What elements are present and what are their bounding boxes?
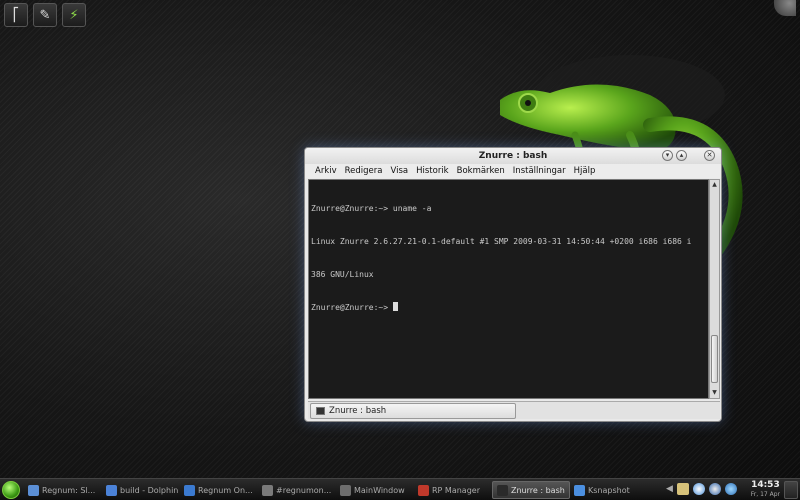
task-app-icon [340,484,351,496]
taskbar-task[interactable]: Ksnapshot [570,481,648,499]
menu-hjalp[interactable]: Hjälp [570,166,600,176]
power-manager-icon[interactable]: ⚡ [62,3,86,27]
taskbar-task[interactable]: Regnum On... [180,481,258,499]
task-label: RP Manager [432,485,480,495]
task-label: #regnumon... [276,485,332,495]
close-button[interactable]: ✕ [704,150,715,161]
menu-visa[interactable]: Visa [386,166,412,176]
task-app-icon [574,484,585,496]
task-label: Znurre : bash [511,485,565,495]
terminal-prompt-line: Znurre@Znurre:~> [311,302,706,313]
scroll-up-arrow-icon[interactable]: ▲ [710,180,719,190]
taskbar-task[interactable]: Znurre : bash [492,481,570,499]
task-app-icon [418,484,429,496]
menu-bokmarken[interactable]: Bokmärken [453,166,509,176]
taskbar: Regnum: Sl... build - Dolphin Regnum On...… [0,478,800,500]
volume-icon[interactable]: ◀ [666,484,673,494]
digital-clock[interactable]: 14:53 Fr, 17 Apr [751,480,780,499]
minimize-button[interactable]: ▾ [662,150,673,161]
terminal-cursor [392,302,398,311]
menubar: Arkiv Redigera Visa Historik Bokmärken I… [305,164,721,178]
system-tray: ◀ [666,483,737,495]
menu-arkiv[interactable]: Arkiv [311,166,341,176]
application-launcher-icon[interactable] [2,481,20,499]
maximize-button[interactable]: ▴ [676,150,687,161]
taskbar-task[interactable]: MainWindow [336,481,414,499]
session-tab[interactable]: Znurre : bash [310,403,516,419]
konsole-window[interactable]: Znurre : bash ▾ ▴ ✕ Arkiv Redigera Visa … [304,147,722,422]
network-icon[interactable] [692,483,705,495]
taskbar-task[interactable]: #regnumon... [258,481,336,499]
menu-historik[interactable]: Historik [412,166,453,176]
update-icon[interactable] [708,483,721,495]
task-label: build - Dolphin [120,485,179,495]
task-label: Regnum: Sl... [42,485,96,495]
terminal-line: Linux Znurre 2.6.27.21-0.1-default #1 SM… [311,237,692,246]
scroll-down-arrow-icon[interactable]: ▼ [710,388,719,398]
taskbar-task[interactable]: Regnum: Sl... [24,481,102,499]
terminal-icon [316,407,325,415]
task-label: Regnum On... [198,485,253,495]
task-app-icon [184,484,195,496]
desktop-toolbox-icon[interactable] [774,0,796,16]
task-label: Ksnapshot [588,485,630,495]
taskbar-task[interactable]: build - Dolphin [102,481,180,499]
clock-time: 14:53 [751,480,780,490]
task-app-icon [262,484,273,496]
show-desktop-button[interactable] [784,481,798,499]
task-label: MainWindow [354,485,405,495]
task-app-icon [497,484,508,496]
device-notifier-icon[interactable] [724,483,737,495]
session-tab-label: Znurre : bash [329,406,387,416]
menu-installningar[interactable]: Inställningar [509,166,570,176]
clock-date: Fr, 17 Apr [750,491,780,498]
terminal-scrollbar[interactable]: ▲ ▼ [709,179,720,399]
taskbar-task[interactable]: RP Manager [414,481,492,499]
task-app-icon [106,484,117,496]
eraser-icon[interactable]: ✎ [33,3,57,27]
menu-redigera[interactable]: Redigera [341,166,387,176]
terminal-launcher-icon[interactable]: ⎡ [4,3,28,27]
terminal-line: 386 GNU/Linux [311,270,374,279]
session-tabbar: Znurre : bash [308,401,720,419]
task-app-icon [28,484,39,496]
window-title: Znurre : bash [478,151,548,161]
terminal-prompt: Znurre@Znurre:~> [311,303,393,312]
window-titlebar[interactable]: Znurre : bash ▾ ▴ ✕ [305,148,721,164]
scrollbar-thumb[interactable] [711,335,718,383]
clipboard-icon[interactable] [676,483,689,495]
task-manager: Regnum: Sl... build - Dolphin Regnum On...… [24,481,648,499]
desktop-launchers: ⎡ ✎ ⚡ [4,3,86,27]
terminal-line: Znurre@Znurre:~> uname -a [311,204,432,213]
terminal-display[interactable]: Znurre@Znurre:~> uname -a Linux Znurre 2… [308,179,709,399]
terminal-output: Znurre@Znurre:~> uname -a Linux Znurre 2… [311,181,706,335]
